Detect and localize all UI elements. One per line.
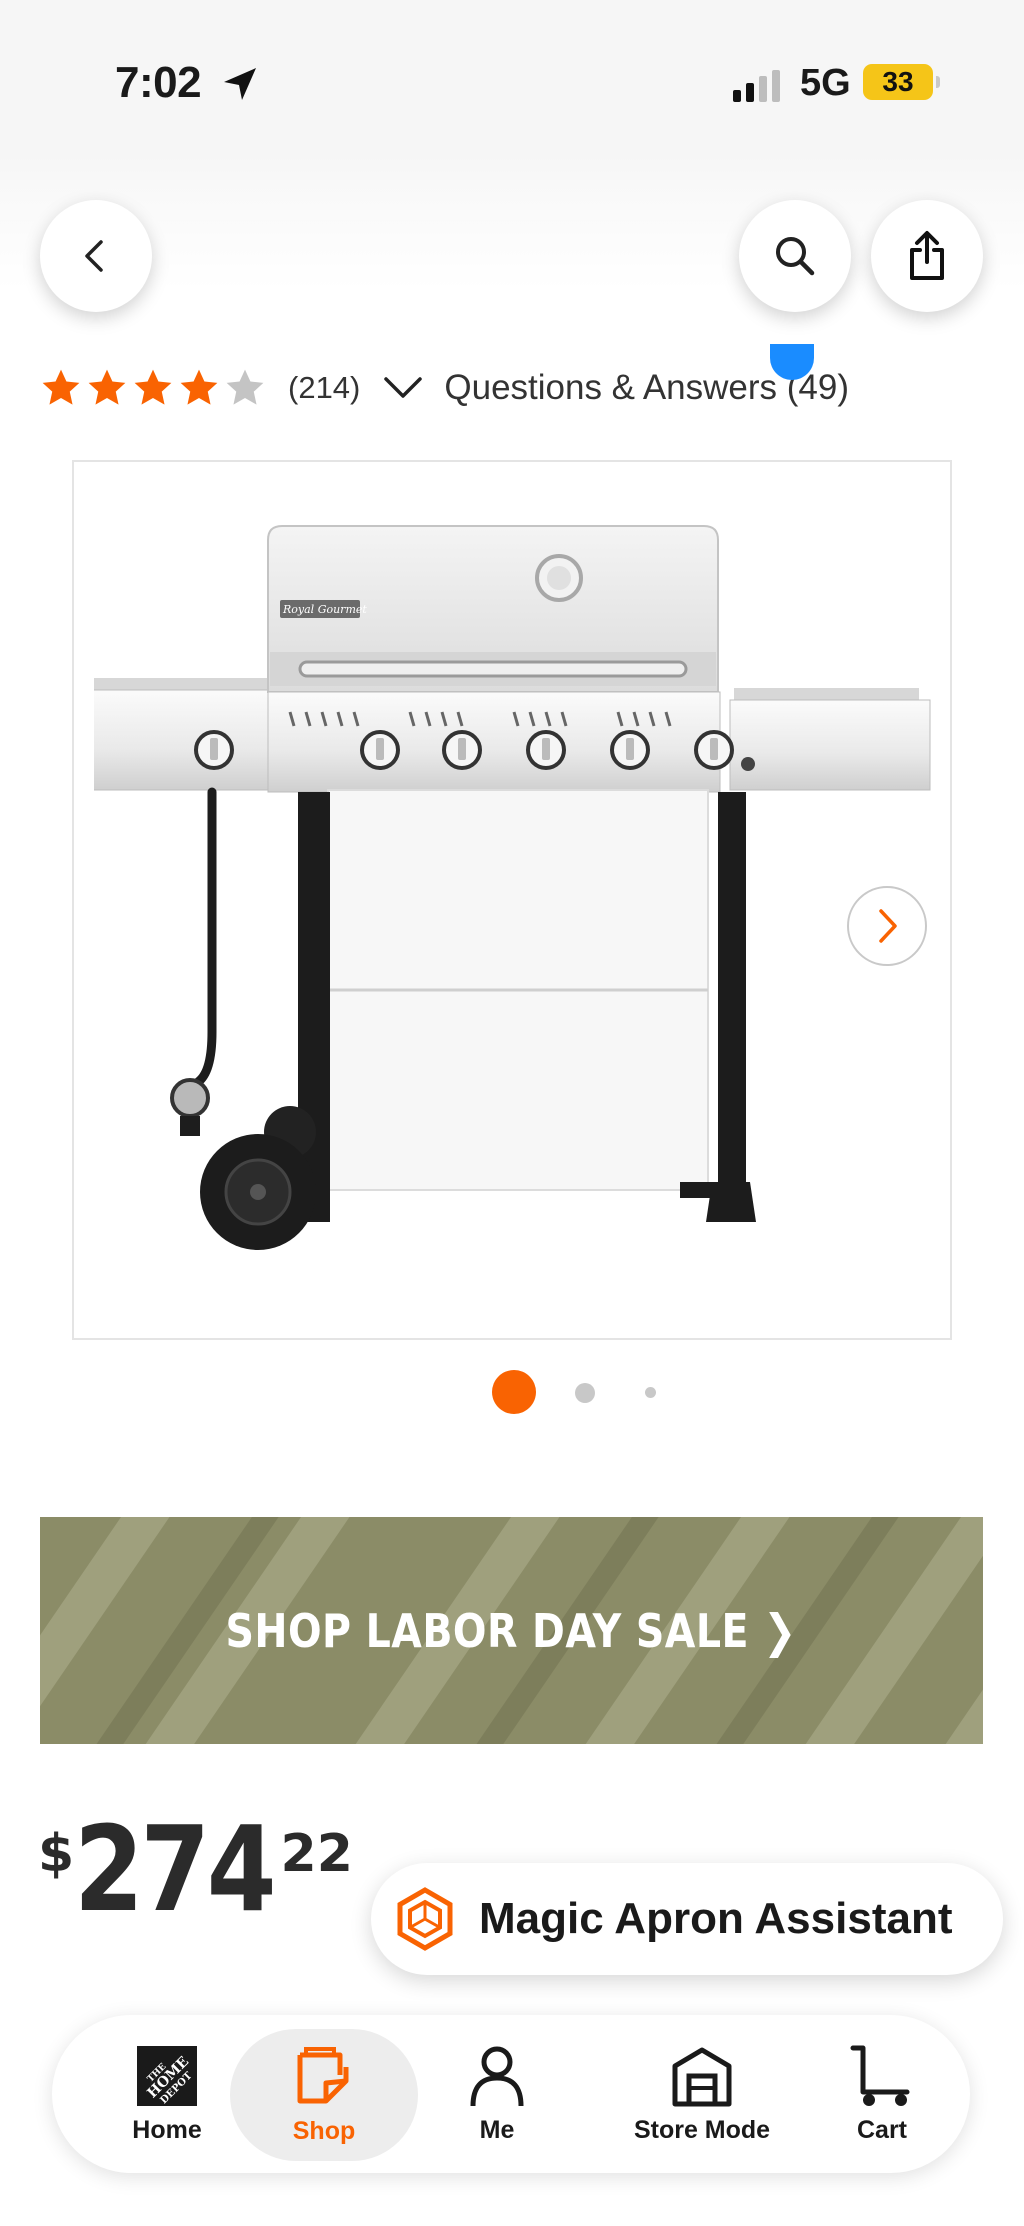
rating-row[interactable]: (214) Questions & Answers (49)	[40, 360, 849, 416]
share-icon	[910, 231, 944, 280]
carousel-dots	[0, 1370, 1024, 1414]
nav-cart[interactable]: Cart	[822, 2015, 942, 2173]
star-rating	[40, 367, 266, 409]
nav-shop-label: Shop	[292, 2116, 356, 2145]
carousel-dot[interactable]	[575, 1383, 595, 1403]
nav-home-label: Home	[132, 2115, 202, 2144]
nav-home[interactable]: THE HOME DEPOT Home	[102, 2015, 232, 2173]
shop-icon	[297, 2046, 349, 2103]
bottom-navigation: THE HOME DEPOT Home Shop Me Store Mode C…	[52, 2015, 970, 2173]
next-image-button[interactable]	[847, 886, 927, 966]
carousel-dot-active[interactable]	[492, 1370, 536, 1414]
product-image-gallery[interactable]: Royal Gourmet	[72, 460, 952, 1340]
store-icon	[672, 2047, 732, 2106]
magic-apron-label: Magic Apron Assistant	[479, 1894, 953, 1943]
price-cents: 22	[280, 1824, 353, 1884]
chevron-down-icon[interactable]	[382, 373, 424, 403]
magic-apron-assistant-button[interactable]: Magic Apron Assistant	[371, 1863, 1003, 1975]
nav-store-mode-label: Store Mode	[633, 2115, 771, 2144]
banner-label: SHOP LABOR DAY SALE ❯	[225, 1603, 798, 1658]
location-arrow-icon	[224, 68, 256, 100]
nav-store-mode[interactable]: Store Mode	[592, 2015, 812, 2173]
star-empty-icon	[226, 369, 264, 405]
cart-icon	[850, 2045, 910, 2106]
star-filled-icon	[134, 369, 172, 405]
search-icon	[776, 237, 815, 276]
star-filled-icon	[180, 369, 218, 405]
back-button[interactable]	[40, 200, 152, 312]
magic-apron-icon	[397, 1887, 453, 1951]
person-icon	[470, 2046, 524, 2106]
status-bar: 7:02 5G 33	[0, 0, 1024, 150]
status-time: 7:02	[115, 58, 202, 107]
share-button[interactable]	[871, 200, 983, 312]
network-type: 5G	[800, 62, 851, 104]
chevron-right-icon	[879, 909, 897, 943]
signal-icon	[733, 70, 780, 102]
nav-shop[interactable]: Shop	[230, 2029, 418, 2161]
star-filled-icon	[88, 369, 126, 405]
review-count[interactable]: (214)	[288, 370, 360, 406]
price-currency: $	[38, 1824, 75, 1884]
labor-day-sale-banner[interactable]: SHOP LABOR DAY SALE ❯	[40, 1517, 983, 1744]
search-button[interactable]	[739, 200, 851, 312]
chevron-left-icon	[85, 240, 103, 272]
brand-plate: Royal Gourmet	[282, 603, 367, 616]
home-depot-logo-icon: THE HOME DEPOT	[137, 2045, 197, 2106]
grill-product-image: Royal Gourmet	[94, 525, 931, 1250]
nav-me[interactable]: Me	[432, 2015, 562, 2173]
product-price: $ 274 22	[38, 1810, 353, 1928]
battery-indicator: 33	[863, 64, 940, 100]
carousel-dot[interactable]	[645, 1387, 656, 1398]
price-dollars: 274	[74, 1800, 277, 1938]
star-filled-icon	[42, 369, 80, 405]
nav-cart-label: Cart	[856, 2115, 907, 2144]
nav-me-label: Me	[479, 2115, 515, 2144]
